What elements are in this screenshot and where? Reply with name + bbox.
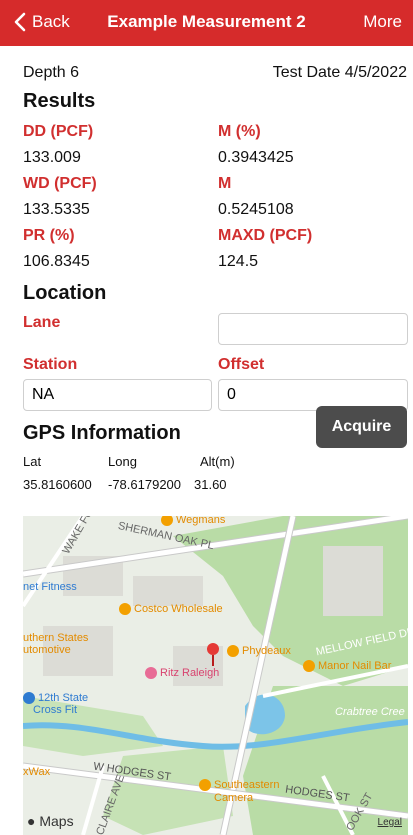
poi-crossfit: Cross Fit <box>33 704 77 716</box>
poi-wegmans-label: Wegmans <box>176 516 226 526</box>
store-icon <box>119 603 131 616</box>
long-label: Long <box>108 454 137 469</box>
location-heading: Location <box>23 282 107 304</box>
lat-value: 35.8160600 <box>23 477 92 492</box>
camera-icon <box>199 779 211 792</box>
wd-label: WD (PCF) <box>23 175 97 192</box>
poi-camera: Camera <box>214 792 254 804</box>
poi-costco: Costco Wholesale <box>119 603 223 616</box>
test-date-text: Test Date 4/5/2022 <box>272 64 407 81</box>
back-button[interactable]: Back <box>14 12 70 32</box>
apple-icon: ● <box>27 813 36 829</box>
maps-logo-text: Maps <box>39 813 74 829</box>
gps-heading: GPS Information <box>23 422 181 444</box>
offset-label: Offset <box>218 356 265 373</box>
navigation-bar: Back Example Measurement 2 More <box>0 0 413 46</box>
wd-value: 133.5335 <box>23 201 90 218</box>
poi-phydeaux: Phydeaux <box>227 645 291 658</box>
maxd-label: MAXD (PCF) <box>218 227 313 244</box>
poi-xwax: xWax <box>23 766 51 778</box>
station-field[interactable] <box>23 379 212 411</box>
dd-value: 133.009 <box>23 149 81 166</box>
dd-label: DD (PCF) <box>23 123 94 140</box>
poi-southeastern-label: Southeastern <box>214 779 280 791</box>
poi-southeastern: Southeastern <box>199 779 280 792</box>
m-value: 0.5245108 <box>218 201 294 218</box>
poi-ritz: Ritz Raleigh <box>145 667 220 680</box>
lane-field[interactable] <box>218 313 408 345</box>
back-label: Back <box>32 12 70 31</box>
poi-wegmans: Wegmans <box>161 516 226 527</box>
more-button[interactable]: More <box>363 12 402 32</box>
poi-costco-label: Costco Wholesale <box>134 603 223 615</box>
poi-12th-label: 12th State <box>38 692 89 704</box>
acquire-button[interactable]: Acquire <box>316 406 407 448</box>
lane-label: Lane <box>23 314 61 331</box>
poi-phydeaux-label: Phydeaux <box>242 645 291 657</box>
m-percent-label: M (%) <box>218 123 261 140</box>
creek-label: Crabtree Cree <box>335 706 405 718</box>
paw-icon <box>227 645 239 658</box>
poi-manor: Manor Nail Bar <box>303 660 392 673</box>
beauty-icon <box>303 660 315 673</box>
m-label: M <box>218 175 232 192</box>
pr-label: PR (%) <box>23 227 75 244</box>
dumbbell-icon <box>23 692 35 705</box>
depth-text: Depth 6 <box>23 64 80 81</box>
m-percent-value: 0.3943425 <box>218 149 294 166</box>
results-heading: Results <box>23 90 96 112</box>
poi-southern: uthern States <box>23 632 89 644</box>
alt-label: Alt(m) <box>200 454 235 469</box>
content-area: Depth 6 Test Date 4/5/2022 Results DD (P… <box>0 46 413 835</box>
maps-logo: ● Maps <box>27 813 74 829</box>
legal-link[interactable]: Legal <box>378 817 402 828</box>
maxd-value: 124.5 <box>218 253 259 270</box>
map-view[interactable]: Wegmans net Fitness Costco Wholesale uth… <box>23 516 408 835</box>
chevron-left-icon <box>14 12 26 32</box>
alt-value: 31.60 <box>194 477 227 492</box>
station-label: Station <box>23 356 78 373</box>
poi-fitness: net Fitness <box>23 581 77 593</box>
poi-manor-label: Manor Nail Bar <box>318 660 392 672</box>
long-value: -78.6179200 <box>108 477 182 492</box>
pr-value: 106.8345 <box>23 253 90 270</box>
poi-automotive: utomotive <box>23 644 71 656</box>
lat-label: Lat <box>23 454 42 469</box>
poi-ritz-label: Ritz Raleigh <box>160 667 220 679</box>
music-note-icon <box>145 667 157 680</box>
shopping-bag-icon <box>161 516 173 527</box>
poi-12th: 12th State <box>23 692 89 705</box>
